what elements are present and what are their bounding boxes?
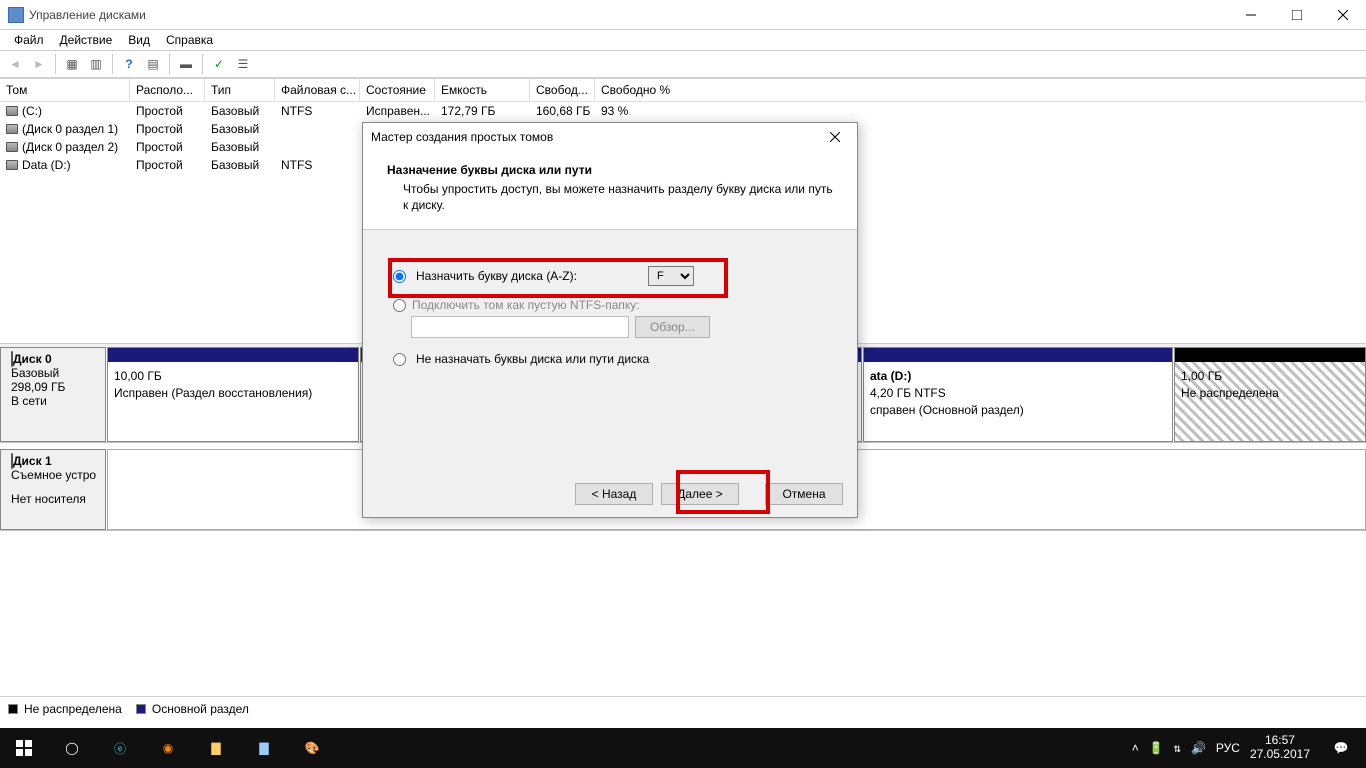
dialog-title: Мастер создания простых томов bbox=[371, 130, 821, 144]
dialog-close-button[interactable] bbox=[821, 123, 849, 151]
disk0-header[interactable]: Диск 0 Базовый 298,09 ГБ В сети bbox=[0, 347, 106, 442]
menu-file[interactable]: Файл bbox=[6, 31, 52, 49]
dialog-header: Назначение буквы диска или пути Чтобы уп… bbox=[363, 151, 857, 230]
tray-wifi-icon[interactable]: ⇅ bbox=[1174, 741, 1181, 755]
tray-language[interactable]: РУС bbox=[1216, 741, 1240, 755]
app-icon bbox=[8, 7, 24, 23]
label-none: Не назначать буквы диска или пути диска bbox=[416, 352, 649, 366]
disk1-header[interactable]: Диск 1 Съемное устро Нет носителя bbox=[0, 449, 106, 530]
cancel-button[interactable]: Отмена bbox=[765, 483, 843, 505]
menu-view[interactable]: Вид bbox=[120, 31, 158, 49]
list-icon[interactable]: ☰ bbox=[232, 53, 254, 75]
menu-action[interactable]: Действие bbox=[52, 31, 121, 49]
system-tray: ˄ 🔋 ⇅ 🔊 РУС 16:5727.05.2017 💬 bbox=[1132, 728, 1366, 768]
option-no-letter[interactable]: Не назначать буквы диска или пути диска bbox=[393, 352, 827, 366]
disk0-partition-recovery[interactable]: 10,00 ГБ Исправен (Раздел восстановления… bbox=[107, 347, 359, 442]
toolbar: ◄ ► ▦ ▥ ? ▤ ▬ ✓ ☰ bbox=[0, 50, 1366, 78]
col-volume[interactable]: Том bbox=[0, 79, 130, 101]
tray-volume-icon[interactable]: 🔊 bbox=[1191, 741, 1206, 755]
help-icon[interactable]: ? bbox=[118, 53, 140, 75]
radio-mount[interactable] bbox=[393, 299, 406, 312]
col-state[interactable]: Состояние bbox=[360, 79, 435, 101]
forward-icon: ► bbox=[28, 53, 50, 75]
task-search-icon[interactable]: ◯ bbox=[48, 728, 96, 768]
mount-path-input bbox=[411, 316, 629, 338]
drive-letter-select[interactable]: F bbox=[648, 266, 694, 286]
dialog-subheading: Чтобы упростить доступ, вы можете назнач… bbox=[403, 181, 833, 213]
tray-notifications-icon[interactable]: 💬 bbox=[1320, 728, 1362, 768]
option-mount-folder[interactable]: Подключить том как пустую NTFS-папку: bbox=[393, 298, 827, 312]
window-title: Управление дисками bbox=[29, 8, 1228, 22]
disk0-partition-data[interactable]: ata (D:) 4,20 ГБ NTFS справен (Основной … bbox=[863, 347, 1173, 442]
task-diskmgmt-icon[interactable]: ▇ bbox=[240, 728, 288, 768]
back-icon: ◄ bbox=[4, 53, 26, 75]
next-button[interactable]: Далее > bbox=[661, 483, 739, 505]
taskbar: ◯ ⓔ ◉ ▇ ▇ 🎨 ˄ 🔋 ⇅ 🔊 РУС 16:5727.05.2017 … bbox=[0, 728, 1366, 768]
start-button[interactable] bbox=[0, 728, 48, 768]
col-layout[interactable]: Располо... bbox=[130, 79, 205, 101]
layout-icon[interactable]: ▦ bbox=[61, 53, 83, 75]
refresh-icon[interactable]: ▤ bbox=[142, 53, 164, 75]
disk0-unallocated[interactable]: 1,00 ГБ Не распределена bbox=[1174, 347, 1366, 442]
back-button[interactable]: < Назад bbox=[575, 483, 653, 505]
titlebar: Управление дисками bbox=[0, 0, 1366, 30]
task-edge-icon[interactable]: ⓔ bbox=[96, 728, 144, 768]
browse-button: Обзор... bbox=[635, 316, 710, 338]
menu-help[interactable]: Справка bbox=[158, 31, 221, 49]
legend-swatch-unalloc bbox=[8, 704, 18, 714]
table-row[interactable]: (C:)ПростойБазовыйNTFSИсправен...172,79 … bbox=[0, 102, 1366, 120]
option-assign-letter[interactable]: Назначить букву диска (A-Z): F bbox=[393, 266, 827, 286]
col-free[interactable]: Свобод... bbox=[530, 79, 595, 101]
tray-battery-icon[interactable]: 🔋 bbox=[1149, 741, 1164, 755]
flag-icon[interactable]: ▬ bbox=[175, 53, 197, 75]
col-freepct[interactable]: Свободно % bbox=[595, 79, 1366, 101]
dialog-body: Назначить букву диска (A-Z): F Подключит… bbox=[363, 230, 857, 366]
legend-label-primary: Основной раздел bbox=[152, 702, 249, 716]
radio-none[interactable] bbox=[393, 353, 406, 366]
minimize-button[interactable] bbox=[1228, 0, 1274, 30]
volume-table-header: Том Располо... Тип Файловая с... Состоян… bbox=[0, 78, 1366, 102]
col-capacity[interactable]: Емкость bbox=[435, 79, 530, 101]
task-explorer-icon[interactable]: ▇ bbox=[192, 728, 240, 768]
dialog-titlebar: Мастер создания простых томов bbox=[363, 123, 857, 151]
dialog-heading: Назначение буквы диска или пути bbox=[387, 163, 592, 177]
task-firefox-icon[interactable]: ◉ bbox=[144, 728, 192, 768]
check-icon[interactable]: ✓ bbox=[208, 53, 230, 75]
tray-chevron-icon[interactable]: ˄ bbox=[1132, 741, 1139, 755]
col-fs[interactable]: Файловая с... bbox=[275, 79, 360, 101]
wizard-dialog: Мастер создания простых томов Назначение… bbox=[362, 122, 858, 518]
tray-clock[interactable]: 16:5727.05.2017 bbox=[1250, 734, 1310, 762]
legend-label-unalloc: Не распределена bbox=[24, 702, 122, 716]
col-type[interactable]: Тип bbox=[205, 79, 275, 101]
label-mount: Подключить том как пустую NTFS-папку: bbox=[412, 298, 640, 312]
legend: Не распределена Основной раздел bbox=[0, 696, 1366, 720]
legend-swatch-primary bbox=[136, 704, 146, 714]
label-assign: Назначить букву диска (A-Z): bbox=[416, 269, 642, 283]
radio-assign[interactable] bbox=[393, 270, 406, 283]
task-paint-icon[interactable]: 🎨 bbox=[288, 728, 336, 768]
dialog-footer: < Назад Далее > Отмена bbox=[575, 483, 843, 505]
menubar: Файл Действие Вид Справка bbox=[0, 30, 1366, 50]
layout2-icon[interactable]: ▥ bbox=[85, 53, 107, 75]
close-button[interactable] bbox=[1320, 0, 1366, 30]
maximize-button[interactable] bbox=[1274, 0, 1320, 30]
